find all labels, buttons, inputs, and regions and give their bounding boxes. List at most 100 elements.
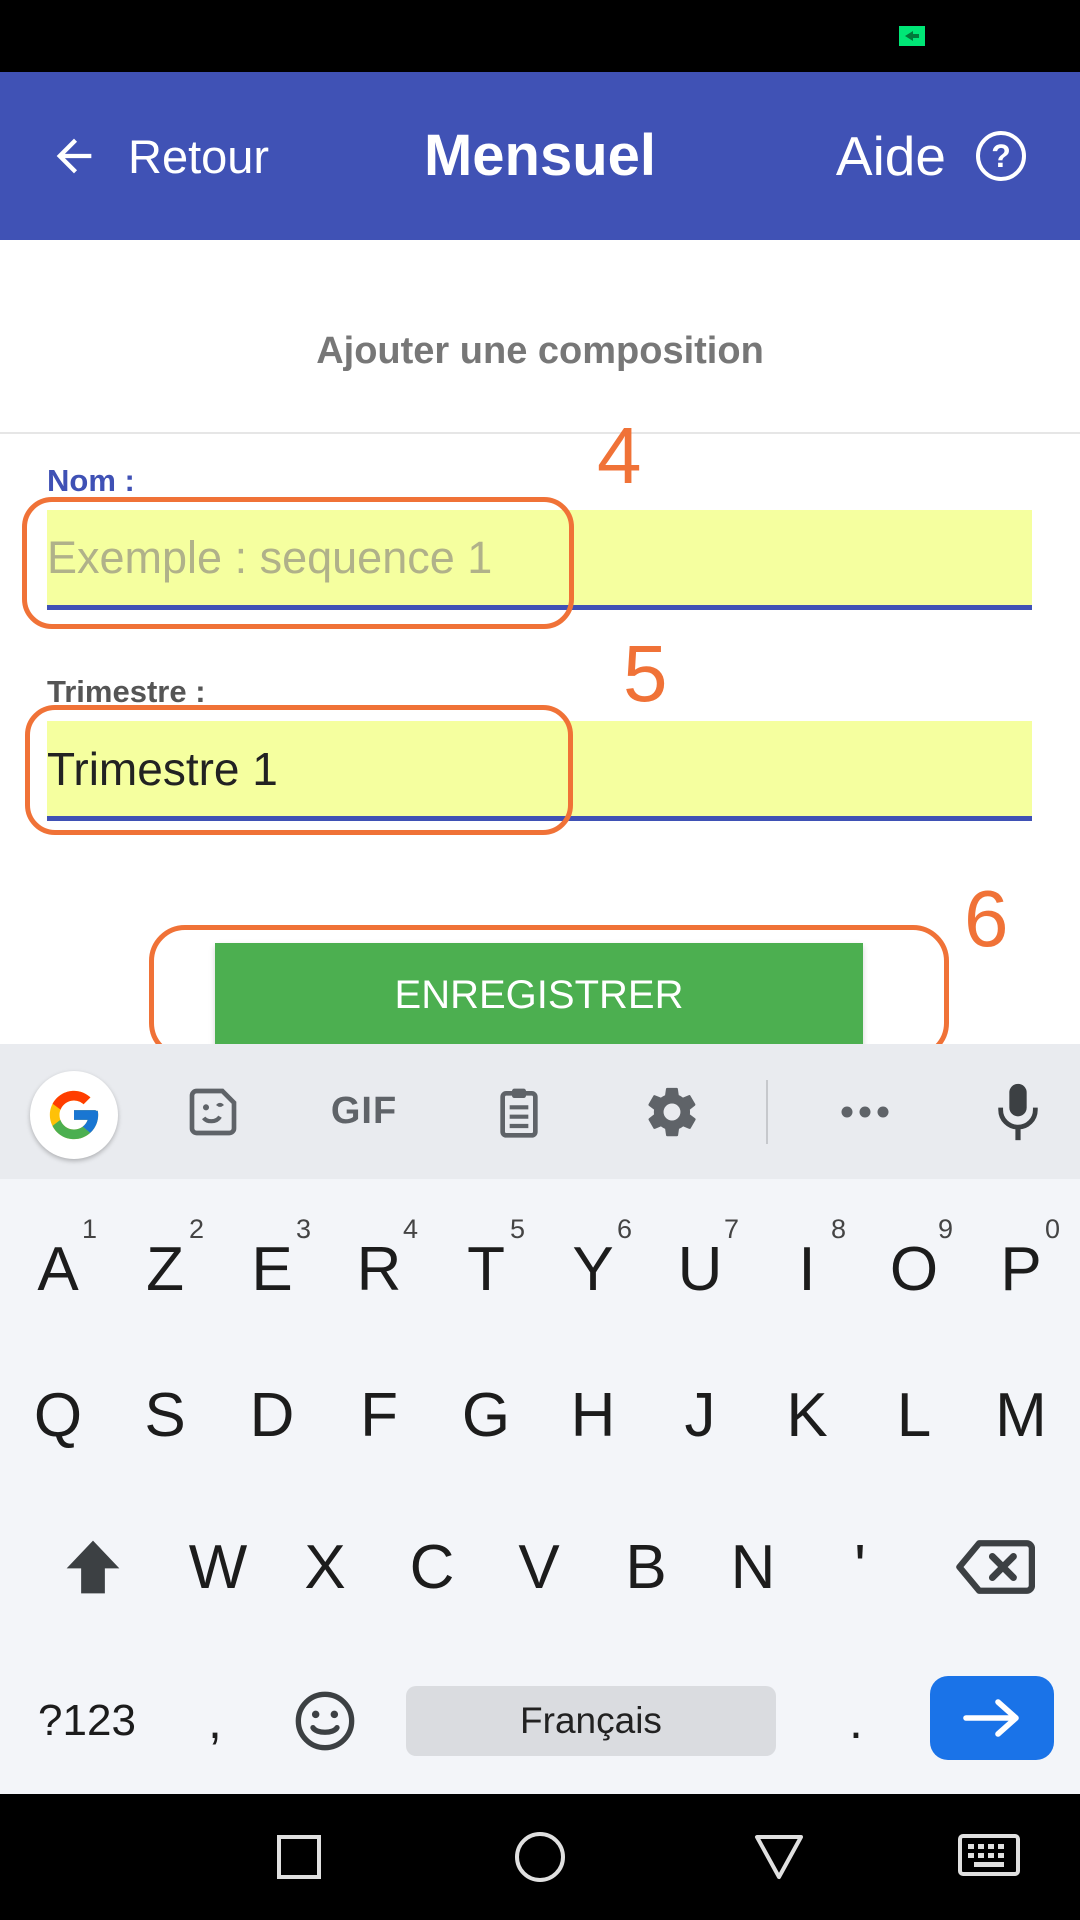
help-circle-icon: ? [976, 131, 1026, 181]
microphone-icon[interactable] [968, 1044, 1068, 1179]
more-horizontal-icon [841, 1106, 889, 1117]
annotation-box-name [22, 497, 574, 629]
keyboard-row-1: A1 Z2 E3 R4 T5 Y6 U7 I8 O9 P0 [5, 1204, 1075, 1334]
notification-icon [899, 26, 925, 46]
key-label: E [251, 1234, 293, 1304]
recent-apps-button[interactable] [239, 1794, 359, 1920]
back-button[interactable]: Retour [48, 116, 269, 196]
gif-label: GIF [330, 1090, 398, 1132]
annotation-number: 5 [623, 629, 668, 718]
key-u[interactable]: U7 [647, 1204, 753, 1334]
navigation-bar [0, 1794, 1080, 1920]
annotation-box-save [149, 925, 949, 1059]
key-g[interactable]: G [433, 1350, 539, 1480]
key-i[interactable]: I8 [754, 1204, 860, 1334]
keyboard-row-2: Q S D F G H J K L M [5, 1350, 1075, 1480]
key-label: I [798, 1234, 816, 1304]
key-hint: 0 [1044, 1214, 1060, 1244]
key-enter[interactable] [930, 1676, 1054, 1760]
keyboard-switch-button[interactable] [929, 1794, 1049, 1920]
clipboard-icon[interactable] [469, 1044, 569, 1179]
help-button[interactable]: Aide ? [836, 116, 1028, 196]
key-w[interactable]: W [165, 1502, 271, 1632]
key-k[interactable]: K [754, 1350, 860, 1480]
key-hint: 2 [188, 1214, 204, 1244]
key-label: Z [146, 1234, 184, 1304]
emoji-icon [295, 1691, 355, 1751]
key-q[interactable]: Q [5, 1350, 111, 1480]
key-period[interactable]: . [806, 1656, 906, 1786]
help-label: Aide [835, 125, 946, 187]
key-f[interactable]: F [326, 1350, 432, 1480]
name-label: Nom : [47, 463, 135, 498]
key-l[interactable]: L [861, 1350, 967, 1480]
key-backspace[interactable] [935, 1502, 1055, 1632]
back-label: Retour [128, 129, 270, 183]
key-emoji[interactable] [270, 1656, 380, 1786]
key-t[interactable]: T5 [433, 1204, 539, 1334]
circle-icon [515, 1832, 565, 1882]
key-j[interactable]: J [647, 1350, 753, 1480]
key-b[interactable]: B [593, 1502, 699, 1632]
more-icon[interactable] [815, 1044, 915, 1179]
settings-icon[interactable] [622, 1044, 722, 1179]
annotation-box-quarter [25, 705, 573, 835]
key-v[interactable]: V [486, 1502, 592, 1632]
key-d[interactable]: D [219, 1350, 325, 1480]
key-label: A [37, 1234, 79, 1304]
key-e[interactable]: E3 [219, 1204, 325, 1334]
annotation-number: 6 [964, 874, 1009, 963]
key-label: U [677, 1234, 723, 1304]
keyboard-row-4: ?123 , Français . [0, 1656, 1080, 1786]
key-y[interactable]: Y6 [540, 1204, 646, 1334]
annotation-number: 4 [597, 411, 642, 500]
key-hint: 1 [81, 1214, 97, 1244]
key-comma[interactable]: , [165, 1656, 265, 1786]
divider [0, 432, 1080, 434]
key-s[interactable]: S [112, 1350, 218, 1480]
key-apostrophe[interactable]: ' [807, 1502, 913, 1632]
keyboard-toolbar: GIF [0, 1044, 1080, 1179]
key-z[interactable]: Z2 [112, 1204, 218, 1334]
sticker-glyph [189, 1088, 237, 1135]
key-space[interactable]: Français [406, 1686, 776, 1756]
key-c[interactable]: C [379, 1502, 485, 1632]
status-bar [0, 0, 1080, 72]
key-symbols[interactable]: ?123 [22, 1656, 152, 1786]
triangle-icon [755, 1835, 803, 1879]
key-h[interactable]: H [540, 1350, 646, 1480]
soft-keyboard: G I F A 1 Z 2 E 3 R 4 T 5 Y 6 U 7 I 8 O 9 … [0, 1044, 1080, 1794]
app-bar: Retour Mensuel Aide ? [0, 72, 1080, 240]
key-hint: 7 [723, 1214, 739, 1244]
key-label: R [356, 1234, 402, 1304]
key-hint: 5 [509, 1214, 525, 1244]
key-p[interactable]: P0 [968, 1204, 1074, 1334]
square-icon [277, 1835, 321, 1879]
toolbar-separator [766, 1080, 768, 1144]
clipboard-glyph [500, 1088, 538, 1138]
key-label: T [467, 1234, 505, 1304]
key-label: Y [572, 1234, 614, 1304]
key-label: O [889, 1234, 939, 1304]
back-nav-button[interactable] [719, 1794, 839, 1920]
key-a[interactable]: A1 [5, 1204, 111, 1334]
key-hint: 8 [830, 1214, 846, 1244]
svg-text:?: ? [991, 138, 1011, 174]
key-m[interactable]: M [968, 1350, 1074, 1480]
keyboard-icon [958, 1834, 1020, 1876]
key-shift[interactable] [33, 1502, 153, 1632]
google-logo-icon [49, 1090, 99, 1140]
sticker-icon[interactable] [163, 1044, 263, 1179]
home-button[interactable] [480, 1794, 600, 1920]
key-label: P [1000, 1234, 1042, 1304]
key-r[interactable]: R4 [326, 1204, 432, 1334]
gear-icon [648, 1087, 696, 1136]
key-hint: 3 [295, 1214, 311, 1244]
gif-icon[interactable]: GIF [314, 1044, 414, 1179]
key-hint: 4 [402, 1214, 418, 1244]
key-x[interactable]: X [272, 1502, 378, 1632]
key-n[interactable]: N [700, 1502, 806, 1632]
google-icon[interactable] [30, 1071, 118, 1159]
keyboard-row-3: W X C V B N ' [5, 1502, 1075, 1632]
key-o[interactable]: O9 [861, 1204, 967, 1334]
